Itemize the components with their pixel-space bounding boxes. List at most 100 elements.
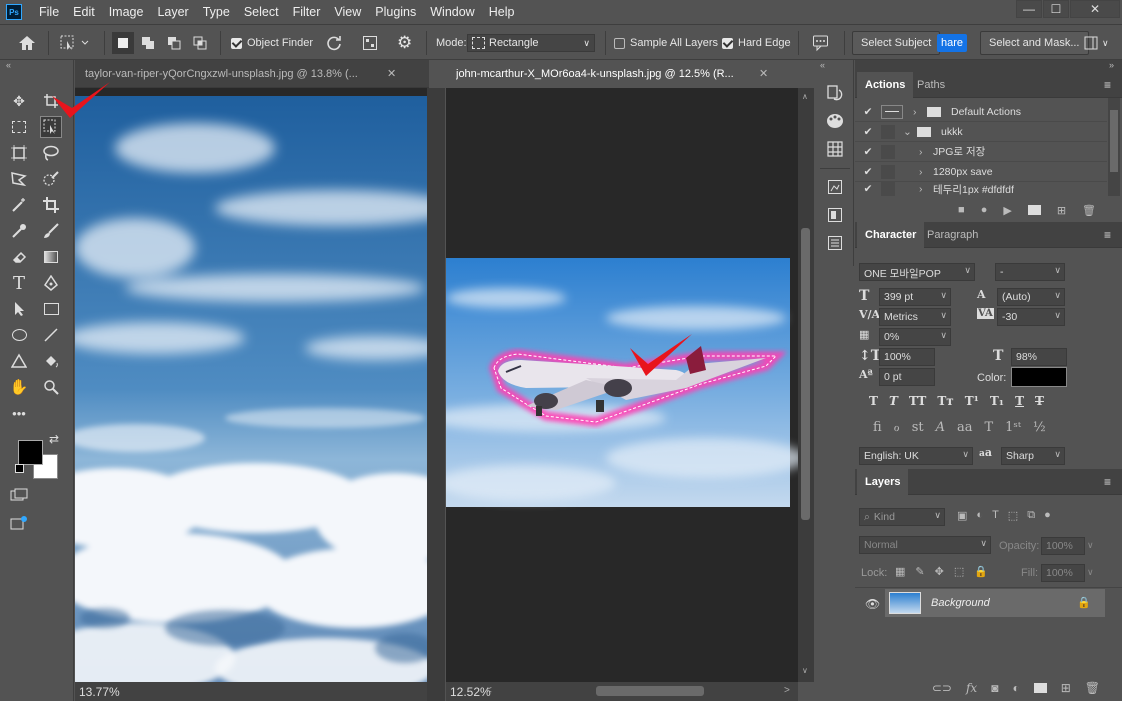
swap-colors-icon[interactable]: ⇄ xyxy=(49,432,59,446)
frame-tool-icon[interactable] xyxy=(8,142,30,164)
horizontal-scroll-thumb-2[interactable] xyxy=(596,686,704,696)
pixel-filter-icon[interactable]: ▣ xyxy=(957,509,967,522)
smart-object-filter-icon[interactable]: ⧉ xyxy=(1027,509,1035,522)
intersect-selection-icon[interactable] xyxy=(192,25,208,61)
swash-icon[interactable]: st xyxy=(912,420,924,435)
foreground-color-swatch[interactable] xyxy=(18,440,43,465)
titling-icon[interactable]: aa xyxy=(957,420,973,435)
quick-mask-icon[interactable] xyxy=(8,484,30,506)
move-tool-icon[interactable]: ✥ xyxy=(8,90,30,112)
visibility-eye-icon[interactable]: 👁 xyxy=(865,597,880,611)
strikethrough-icon[interactable]: T xyxy=(1035,394,1044,408)
panel-menu-icon[interactable]: ≡ xyxy=(1104,475,1111,489)
vertical-scale-field[interactable]: 100% xyxy=(879,348,935,366)
fx-icon[interactable]: fx xyxy=(966,681,977,695)
toggle-check-icon[interactable]: ✔ xyxy=(855,126,881,138)
dialog-toggle-icon[interactable] xyxy=(881,164,895,179)
hard-edge-checkbox[interactable]: Hard Edge xyxy=(722,25,791,61)
layer-name[interactable]: Background xyxy=(931,597,990,609)
screen-mode-icon[interactable] xyxy=(8,512,30,534)
font-family-select[interactable]: ONE 모바일POP ∨ xyxy=(859,263,975,281)
lock-image-icon[interactable]: ✎ xyxy=(915,565,924,578)
vertical-scrollbar-2[interactable]: ∧ ∨ xyxy=(798,88,814,682)
tab-paths[interactable]: Paths xyxy=(909,72,953,98)
type-tool-icon[interactable]: T xyxy=(8,272,30,294)
lasso-tool-icon[interactable] xyxy=(40,142,62,164)
kerning-field[interactable]: Metrics ∨ xyxy=(879,308,951,326)
tab-actions[interactable]: Actions xyxy=(857,72,914,98)
collapse-strip-icon[interactable]: « xyxy=(820,60,825,70)
vertical-scrollbar-1[interactable] xyxy=(427,88,445,701)
horizontal-scale-field[interactable]: 98% xyxy=(1011,348,1067,366)
collapse-dock-icon[interactable]: » xyxy=(1109,60,1114,70)
lock-transparent-icon[interactable]: ▦ xyxy=(895,565,905,578)
menu-edit[interactable]: Edit xyxy=(66,0,102,24)
fill-field[interactable]: 100% xyxy=(1041,564,1085,582)
dialog-toggle-icon[interactable] xyxy=(881,144,895,159)
canvas-1[interactable] xyxy=(75,88,427,682)
brush-tool-icon[interactable] xyxy=(40,220,62,242)
menu-view[interactable]: View xyxy=(327,0,368,24)
chevron-right-icon[interactable]: › xyxy=(913,106,927,118)
new-group-icon[interactable] xyxy=(1033,682,1047,693)
share-button[interactable]: hare xyxy=(937,34,968,52)
new-set-folder-icon[interactable] xyxy=(1027,205,1041,215)
opacity-dropdown-icon[interactable]: ∨ xyxy=(1087,540,1094,551)
menu-layer[interactable]: Layer xyxy=(150,0,195,24)
actions-scrollbar[interactable] xyxy=(1108,98,1120,196)
all-caps-icon[interactable]: TT xyxy=(909,394,926,408)
new-layer-icon[interactable]: ⊞ xyxy=(1061,681,1071,695)
menu-filter[interactable]: Filter xyxy=(286,0,328,24)
leading-field[interactable]: (Auto) ∨ xyxy=(997,288,1065,306)
object-finder-checkbox[interactable]: Object Finder xyxy=(231,25,313,61)
faux-italic-icon[interactable]: T xyxy=(889,394,898,408)
baseline-shift-field[interactable]: 0 pt xyxy=(879,368,935,386)
contextual-alternates-icon[interactable]: T xyxy=(985,420,994,435)
fill-dropdown-icon[interactable]: ∨ xyxy=(1087,567,1094,578)
quick-selection-tool-icon[interactable] xyxy=(40,168,62,190)
filter-toggle-icon[interactable]: ● xyxy=(1044,509,1051,522)
close-tab-1-icon[interactable]: ✕ xyxy=(387,67,396,80)
tsume-field[interactable]: 0% ∨ xyxy=(879,328,951,346)
ellipse-tool-icon[interactable] xyxy=(8,324,30,346)
maximize-button[interactable]: ☐ xyxy=(1043,0,1069,18)
polygonal-lasso-tool-icon[interactable] xyxy=(8,168,30,190)
stylistic-alternates-icon[interactable]: A xyxy=(936,420,945,435)
add-mask-icon[interactable]: ◙ xyxy=(991,681,998,695)
font-size-field[interactable]: 399 pt ∨ xyxy=(879,288,951,306)
toggle-check-icon[interactable]: ✔ xyxy=(855,106,881,118)
superscript-icon[interactable]: T¹ xyxy=(965,394,979,408)
adjustment-filter-icon[interactable]: ◐ xyxy=(976,509,983,522)
color-palette-icon[interactable] xyxy=(824,110,846,132)
trash-icon[interactable]: 🗑 xyxy=(1082,204,1096,217)
show-all-objects-icon[interactable] xyxy=(362,25,378,61)
new-action-icon[interactable]: ⊞ xyxy=(1057,204,1066,217)
zoom-tool-icon[interactable] xyxy=(40,376,62,398)
subscript-icon[interactable]: T₁ xyxy=(990,394,1004,408)
paint-bucket-tool-icon[interactable] xyxy=(40,350,62,372)
close-window-button[interactable]: ✕ xyxy=(1070,0,1120,18)
menu-window[interactable]: Window xyxy=(423,0,481,24)
menu-file[interactable]: File xyxy=(32,0,66,24)
rectangular-marquee-tool-icon[interactable] xyxy=(8,116,30,138)
select-and-mask-button[interactable]: Select and Mask... xyxy=(980,31,1089,55)
properties-icon[interactable] xyxy=(824,176,846,198)
workspace-icon[interactable]: ∨ xyxy=(1084,25,1109,61)
toggle-check-icon[interactable]: ✔ xyxy=(855,183,881,195)
chevron-right-icon[interactable]: › xyxy=(919,146,933,158)
lock-position-icon[interactable]: ✥ xyxy=(935,565,944,578)
underline-icon[interactable]: T xyxy=(1015,394,1024,408)
menu-select[interactable]: Select xyxy=(237,0,286,24)
adjustments-icon[interactable] xyxy=(824,232,846,254)
sample-all-layers-checkbox[interactable]: Sample All Layers xyxy=(614,25,718,61)
action-row[interactable]: ✔ ⌄ ukkk xyxy=(855,122,1107,142)
link-layers-icon[interactable]: ⊂⊃ xyxy=(932,681,952,695)
dialog-toggle-icon[interactable] xyxy=(881,104,903,119)
rectangle-tool-icon[interactable] xyxy=(40,298,62,320)
toggle-check-icon[interactable]: ✔ xyxy=(855,146,881,158)
pen-tool-icon[interactable] xyxy=(40,272,62,294)
lock-all-icon[interactable]: 🔒 xyxy=(974,565,988,578)
new-selection-icon[interactable] xyxy=(112,32,134,54)
gradient-tool-icon[interactable] xyxy=(40,246,62,268)
libraries-icon[interactable] xyxy=(824,204,846,226)
